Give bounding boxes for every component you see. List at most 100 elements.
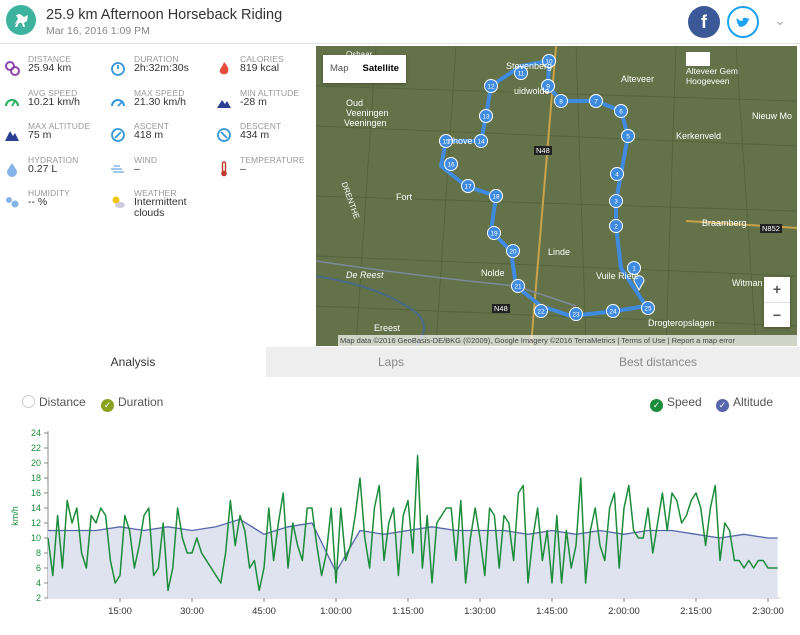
stat-calories: CALORIES 819 kcal xyxy=(212,54,317,88)
checkmark-icon: ✓ xyxy=(650,399,663,412)
map-attribution[interactable]: Map data ©2016 GeoBasis-DE/BKG (©2009), … xyxy=(338,335,797,346)
route-marker[interactable]: 16 xyxy=(444,157,458,171)
x-tick-label: 45:00 xyxy=(252,606,276,617)
svg-text:3: 3 xyxy=(614,199,618,206)
stat-avg-speed: AVG SPEED 10.21 km/h xyxy=(0,88,105,122)
route-marker[interactable]: 2 xyxy=(609,219,623,233)
max-altitude-icon xyxy=(5,131,19,141)
route-marker[interactable]: 4 xyxy=(610,167,624,181)
map-canvas: 12345678910111213141516171819202122 23 24 2… xyxy=(316,46,797,346)
y-tick-label: 14 xyxy=(31,503,41,513)
y-tick-label: 8 xyxy=(36,548,41,558)
x-tick-label: 1:15:00 xyxy=(392,606,424,617)
stat-value: 0.27 L xyxy=(28,162,58,175)
tab-best-distances[interactable]: Best distances xyxy=(516,347,800,377)
duration-icon xyxy=(111,62,125,76)
checkmark-icon: ✓ xyxy=(716,399,729,412)
y-tick-label: 22 xyxy=(31,443,41,453)
calories-icon xyxy=(219,62,229,75)
min-altitude-icon xyxy=(217,99,231,108)
svg-text:19: 19 xyxy=(490,231,498,238)
x-axis-duration-toggle[interactable]: ✓ Duration xyxy=(101,395,163,412)
route-map[interactable]: 1 2 3 4 5 6 7 8 9 10 11 12 13 14 15 16 17 18 19 20 21 22 23 24 2… xyxy=(316,46,797,346)
stat-descent: DESCENT 434 m xyxy=(212,121,317,155)
y-tick-label: 24 xyxy=(31,428,41,438)
tab-laps[interactable]: Laps xyxy=(266,347,516,377)
x-axis-distance-toggle[interactable]: Distance xyxy=(22,395,86,409)
route-marker[interactable]: 8 xyxy=(554,94,568,108)
map-type-control: Map Satellite xyxy=(323,55,406,83)
stat-max-altitude: MAX ALTITUDE 75 m xyxy=(0,121,105,155)
ascent-icon xyxy=(111,128,125,142)
series-altitude-label: Altitude xyxy=(733,395,774,409)
series-speed-label: Speed xyxy=(667,395,702,409)
svg-text:6: 6 xyxy=(619,109,623,116)
stat-max-speed: MAX SPEED 21.30 km/h xyxy=(106,88,211,122)
fullscreen-icon[interactable] xyxy=(686,52,710,66)
series-speed-toggle[interactable]: ✓ Speed xyxy=(650,395,702,412)
stat-ascent: ASCENT 418 m xyxy=(106,121,211,155)
activity-title: 25.9 km Afternoon Horseback Riding xyxy=(46,7,283,23)
svg-text:11: 11 xyxy=(518,71,525,78)
route-marker[interactable]: 5 xyxy=(621,129,635,143)
route-marker[interactable]: 20 xyxy=(506,244,520,258)
svg-text:16: 16 xyxy=(447,162,455,169)
speed-altitude-chart[interactable]: 24681012141618202224km/h15:00 30:00 45:00 1… xyxy=(0,420,800,635)
route-marker[interactable]: 25 xyxy=(641,301,655,315)
wind-icon xyxy=(111,164,124,173)
distance-icon xyxy=(5,61,20,76)
y-tick-label: 2 xyxy=(36,593,41,603)
route-marker[interactable]: 18 xyxy=(489,189,503,203)
y-tick-label: 18 xyxy=(31,473,41,483)
stat-value: 10.21 km/h xyxy=(28,95,80,108)
twitter-share-button[interactable] xyxy=(727,6,759,38)
svg-text:7: 7 xyxy=(594,99,598,106)
stat-value: – xyxy=(134,162,140,175)
svg-text:8: 8 xyxy=(559,99,563,106)
route-marker[interactable]: 3 xyxy=(609,194,623,208)
route-marker[interactable]: 13 xyxy=(479,109,493,123)
route-marker[interactable]: 6 xyxy=(614,104,628,118)
x-tick-label: 30:00 xyxy=(180,606,204,617)
chevron-down-icon[interactable]: ⌄ xyxy=(774,12,786,29)
route-marker[interactable]: 23 xyxy=(569,307,583,321)
x-tick-label: 2:00:00 xyxy=(608,606,640,617)
y-tick-label: 20 xyxy=(31,458,41,468)
svg-text:12: 12 xyxy=(487,84,495,91)
svg-text:14: 14 xyxy=(477,139,485,146)
map-type-satellite-button[interactable]: Satellite xyxy=(355,55,405,83)
stat-value: 75 m xyxy=(28,129,52,141)
zoom-in-button[interactable]: + xyxy=(764,277,790,302)
stat-humidity: HUMIDITY -- % xyxy=(0,188,105,222)
svg-text:24: 24 xyxy=(609,309,617,316)
route-marker[interactable]: 7 xyxy=(589,94,603,108)
tab-analysis[interactable]: Analysis xyxy=(0,347,266,377)
descent-icon xyxy=(217,128,231,142)
route-marker[interactable]: 21 xyxy=(511,279,525,293)
route-marker[interactable]: 14 xyxy=(474,134,488,148)
svg-text:17: 17 xyxy=(464,184,472,191)
facebook-share-button[interactable]: f xyxy=(688,6,720,38)
x-tick-label: 1:30:00 xyxy=(464,606,496,617)
y-tick-label: 10 xyxy=(31,533,41,543)
svg-text:21: 21 xyxy=(514,284,522,291)
zoom-out-button[interactable]: − xyxy=(764,302,790,327)
stat-weather: WEATHER Intermittent clouds xyxy=(106,188,211,222)
series-altitude-toggle[interactable]: ✓ Altitude xyxy=(716,395,773,412)
route-marker[interactable]: 19 xyxy=(487,226,501,240)
stat-value: 2h:32m:30s xyxy=(134,62,189,74)
weather-icon xyxy=(112,196,125,208)
max-speed-icon xyxy=(111,98,125,107)
stat-value: -- % xyxy=(28,196,48,208)
svg-text:23: 23 xyxy=(572,312,580,319)
map-type-map-button[interactable]: Map xyxy=(323,55,355,83)
route-marker[interactable]: 12 xyxy=(484,79,498,93)
y-tick-label: 16 xyxy=(31,488,41,498)
radio-unchecked-icon xyxy=(22,395,35,408)
route-marker[interactable]: 17 xyxy=(461,179,475,193)
route-marker[interactable]: 22 xyxy=(534,304,548,318)
temperature-icon xyxy=(221,160,227,176)
stat-hydration: HYDRATION 0.27 L xyxy=(0,155,105,189)
route-marker[interactable]: 24 xyxy=(606,304,620,318)
stat-value: 25.94 km xyxy=(28,62,72,74)
